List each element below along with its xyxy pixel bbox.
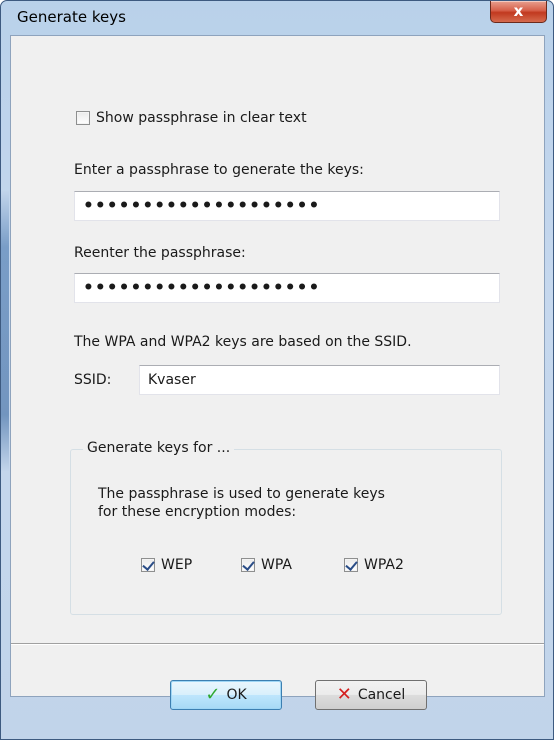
wpa-label: WPA [261, 557, 292, 573]
wpa2-checkbox[interactable] [344, 558, 358, 572]
groupbox-description-line2: for these encryption modes: [98, 504, 297, 520]
window-edge-accent [1, 191, 9, 471]
checkmark-icon: ✓ [205, 684, 221, 705]
wpa2-checkbox-row[interactable]: WPA2 [344, 557, 404, 573]
wpa2-label: WPA2 [364, 557, 404, 573]
ssid-value: Kvaser [148, 372, 196, 388]
dialog-body: Show passphrase in clear text Enter a pa… [10, 35, 545, 710]
show-clear-text-row[interactable]: Show passphrase in clear text [76, 110, 307, 126]
wep-checkbox-row[interactable]: WEP [141, 557, 192, 573]
wep-checkbox[interactable] [141, 558, 155, 572]
passphrase-value: •••••••••••••••••••• [83, 195, 321, 216]
wpa-checkbox[interactable] [241, 558, 255, 572]
ok-button[interactable]: ✓ OK [170, 680, 282, 710]
groupbox-description-line1: The passphrase is used to generate keys [98, 486, 385, 502]
passphrase-input[interactable]: •••••••••••••••••••• [74, 191, 500, 221]
wep-label: WEP [161, 557, 193, 573]
close-button[interactable]: x [490, 1, 547, 23]
ssid-info-text: The WPA and WPA2 keys are based on the S… [74, 334, 412, 350]
passphrase-label: Enter a passphrase to generate the keys: [74, 162, 364, 178]
cancel-button-label: Cancel [357, 687, 406, 703]
wpa-checkbox-row[interactable]: WPA [241, 557, 292, 573]
groupbox-title: Generate keys for ... [83, 440, 235, 456]
ok-button-label: OK [226, 687, 247, 703]
ssid-input[interactable]: Kvaser [139, 365, 500, 395]
show-clear-text-label: Show passphrase in clear text [96, 110, 307, 126]
x-icon: ✕ [336, 684, 352, 705]
reenter-label: Reenter the passphrase: [74, 245, 246, 261]
window-title: Generate keys [17, 8, 126, 26]
ssid-label: SSID: [74, 372, 112, 388]
show-clear-text-checkbox[interactable] [76, 111, 90, 125]
reenter-value: •••••••••••••••••••• [83, 277, 321, 298]
cancel-button[interactable]: ✕ Cancel [315, 680, 427, 710]
reenter-input[interactable]: •••••••••••••••••••• [74, 273, 500, 303]
generate-keys-groupbox: Generate keys for ... The passphrase is … [70, 440, 502, 615]
footer-separator [11, 643, 544, 645]
groupbox-description: The passphrase is used to generate keys … [98, 485, 385, 521]
dialog-window: Generate keys x Show passphrase in clear… [0, 0, 554, 740]
title-bar[interactable]: Generate keys x [1, 1, 553, 35]
